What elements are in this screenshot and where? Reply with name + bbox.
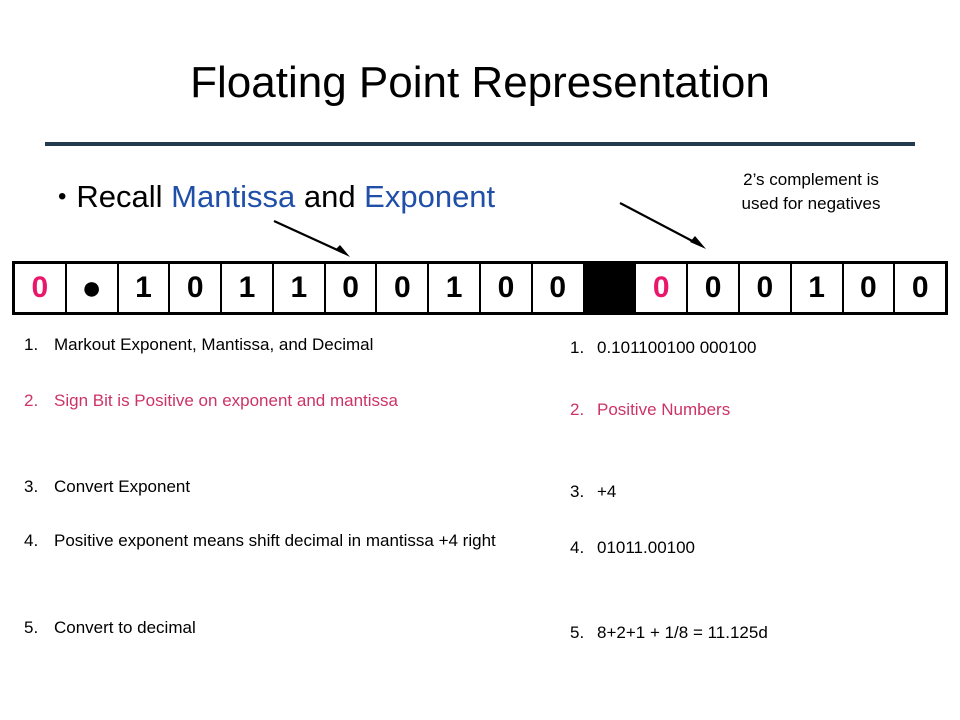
- list-item: 1. Markout Exponent, Mantissa, and Decima…: [24, 333, 544, 356]
- bit-cell-separator: [584, 264, 637, 312]
- bit-cell: 0: [895, 264, 946, 312]
- list-item-text: Convert Exponent: [54, 477, 191, 496]
- bit-cell: 1: [429, 264, 482, 312]
- bit-cell: 0: [15, 264, 67, 312]
- keyword-mantissa: Mantissa: [171, 179, 296, 214]
- bit-cell: 0: [739, 264, 792, 312]
- bullet-marker-icon: •: [58, 183, 67, 210]
- note-line-2: used for negatives: [741, 194, 881, 213]
- list-item: 1. 0.101100100 000100: [570, 336, 950, 359]
- bit-cell: 1: [273, 264, 326, 312]
- list-item-text: Sign Bit is Positive on exponent and man…: [54, 391, 398, 410]
- list-item: 4. 01011.00100: [570, 536, 950, 559]
- arrow-exponent-to-bits-icon: [619, 202, 706, 249]
- bit-cell: 0: [377, 264, 430, 312]
- list-item-text: +4: [597, 482, 617, 501]
- list-item: 4. Positive exponent means shift decimal …: [24, 529, 544, 552]
- note-line-1: 2’s complement is: [743, 170, 879, 189]
- bit-cell: 0: [481, 264, 533, 312]
- bullet-prefix-text: Recall: [76, 179, 172, 214]
- bit-cell: 1: [118, 264, 171, 312]
- list-item: 3. +4: [570, 480, 950, 503]
- bit-cell: 0: [636, 264, 689, 312]
- list-item-text: 8+2+1 + 1/8 = 11.125d: [597, 623, 768, 642]
- list-item-number: 1.: [24, 335, 39, 354]
- list-item-number: 4.: [570, 538, 585, 557]
- bullet-middle-text: and: [295, 179, 365, 214]
- bit-cell: 0: [532, 264, 585, 312]
- keyword-exponent: Exponent: [364, 179, 496, 214]
- list-item-text: 01011.00100: [597, 538, 696, 557]
- bit-cell: 0: [843, 264, 896, 312]
- bit-cell: 1: [222, 264, 274, 312]
- bit-cell: ●: [66, 264, 119, 312]
- list-item-number: 1.: [570, 338, 585, 357]
- list-item: 5. 8+2+1 + 1/8 = 11.125d: [570, 621, 950, 644]
- bit-cell: 0: [170, 264, 223, 312]
- bit-cell: 0: [688, 264, 740, 312]
- list-item-text: 0.101100100 000100: [597, 338, 757, 357]
- bullet-line: • Recall Mantissa and Exponent: [58, 178, 495, 216]
- list-item: 3. Convert Exponent: [24, 475, 544, 498]
- list-item-number: 2.: [570, 400, 585, 419]
- list-item: 2. Sign Bit is Positive on exponent and m…: [24, 389, 544, 412]
- list-item-text: Positive exponent means shift decimal in…: [54, 531, 496, 550]
- list-item-number: 4.: [24, 531, 39, 550]
- list-item-number: 5.: [570, 623, 585, 642]
- list-item: 2. Positive Numbers: [570, 398, 950, 421]
- bit-field-table: 0 ● 1 0 1 1 0 0 1 0 0 0 0 0 1 0 0: [12, 261, 948, 315]
- list-item-text: Markout Exponent, Mantissa, and Decimal: [54, 335, 374, 354]
- page-title: Floating Point Representation: [190, 58, 770, 107]
- list-item-text: Convert to decimal: [54, 618, 196, 637]
- list-item-number: 2.: [24, 391, 39, 410]
- list-item-text: Positive Numbers: [597, 400, 731, 419]
- twos-complement-note: 2’s complement is used for negatives: [706, 168, 916, 216]
- arrow-mantissa-to-bits-icon: [273, 219, 350, 257]
- bit-cell: 0: [325, 264, 378, 312]
- list-item-number: 3.: [570, 482, 585, 501]
- title-divider: [45, 142, 915, 146]
- bit-cell: 1: [791, 264, 844, 312]
- list-item: 5. Convert to decimal: [24, 616, 544, 639]
- list-item-number: 5.: [24, 618, 39, 637]
- list-item-number: 3.: [24, 477, 39, 496]
